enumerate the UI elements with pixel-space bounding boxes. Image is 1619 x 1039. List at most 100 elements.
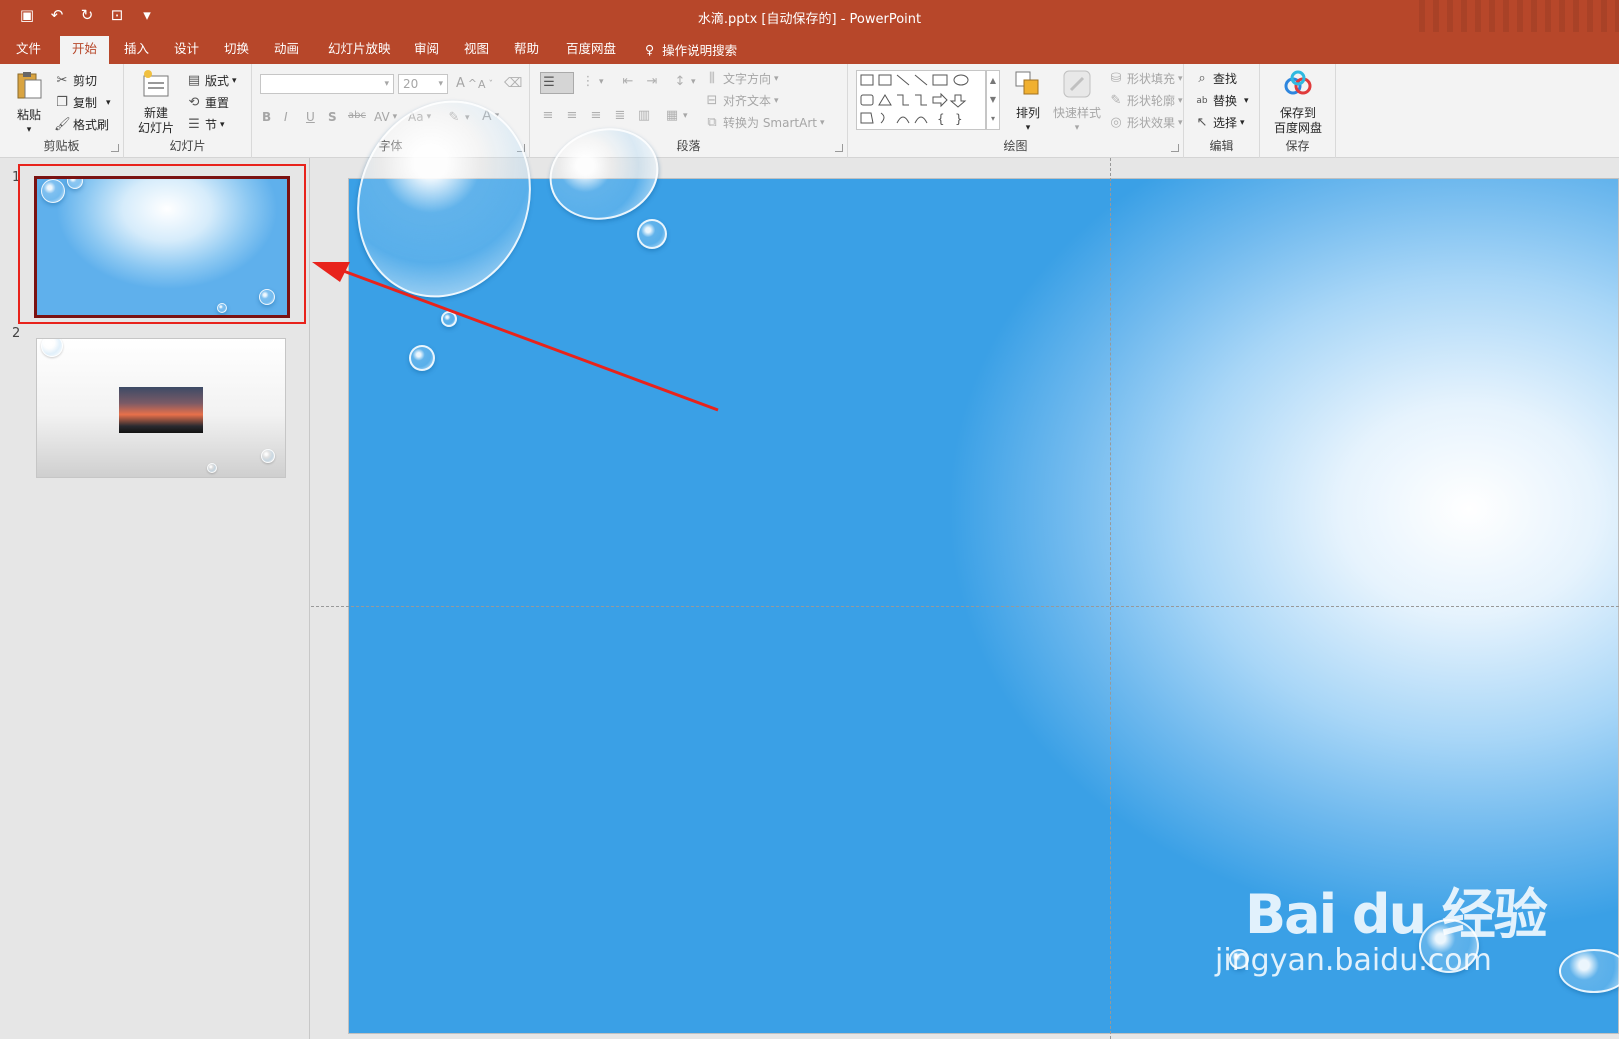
decrease-indent-button[interactable]: ⇤	[620, 74, 636, 90]
baidu-jingyan-watermark: Bai du 经验 jingyan.baidu.com	[1215, 870, 1548, 978]
text-direction-label: 文字方向	[723, 72, 772, 86]
replace-button[interactable]: ab 替换 ▾	[1194, 92, 1248, 109]
bold-button[interactable]: B	[262, 110, 271, 124]
shadow-button[interactable]: S	[328, 110, 337, 124]
save-to-netdisk-button[interactable]: 保存到 百度网盘	[1264, 68, 1332, 136]
chevron-down-icon: ▾	[232, 75, 237, 86]
copy-label: 复制	[73, 96, 98, 110]
arrange-label: 排列	[1015, 106, 1040, 120]
chevron-down-icon: ▾	[1240, 117, 1245, 128]
align-left-button[interactable]: ≡	[540, 108, 556, 124]
align-right-button[interactable]: ≡	[588, 108, 604, 124]
shape-fill-label: 形状填充	[1127, 72, 1176, 86]
chevron-down-icon: ▾	[220, 119, 225, 130]
group-drawing: {} ▲ ▼ ▾ 排列 ▾ 快速样式 ▾ ⛁ 形状填充 ▾ ✎ 形状轮廓 ▾ ◎ 形状效果 ▾ …	[848, 64, 1184, 158]
vertical-guide[interactable]	[1110, 158, 1111, 1039]
align-center-button[interactable]: ≡	[564, 108, 580, 124]
font-size-value: 20	[403, 77, 419, 91]
tab-help[interactable]: 帮助	[508, 38, 545, 64]
strikethrough-button[interactable]: abc	[348, 110, 366, 121]
convert-smartart-button[interactable]: ⧉ 转换为 SmartArt ▾	[704, 114, 824, 131]
italic-button[interactable]: I	[284, 110, 288, 124]
chevron-down-icon: ▾	[683, 111, 688, 121]
copy-icon: ❐	[56, 94, 68, 110]
align-center-icon: ≡	[566, 108, 578, 123]
numbering-button[interactable]: ⋮ ▾	[580, 74, 604, 90]
svg-text:{: {	[937, 112, 945, 126]
new-slide-button[interactable]: 新建 幻灯片	[132, 68, 180, 136]
dialog-launcher-icon[interactable]	[835, 144, 843, 152]
line-spacing-button[interactable]: ↕ ▾	[672, 74, 696, 90]
reset-button[interactable]: ⟲ 重置	[186, 94, 229, 111]
water-drop	[259, 289, 275, 305]
water-drop	[637, 219, 667, 249]
tell-me-search[interactable]: ♀ 操作说明搜索	[645, 40, 737, 59]
shape-effects-label: 形状效果	[1127, 116, 1176, 130]
bullets-button[interactable]: ☰	[540, 72, 574, 94]
align-text-label: 对齐文本	[723, 94, 772, 108]
quick-styles-button[interactable]: 快速样式 ▾	[1052, 68, 1102, 136]
char-spacing-button[interactable]: AV ▾	[374, 110, 397, 124]
layout-icon: ▤	[187, 72, 201, 88]
smartart-label: 转换为 SmartArt	[723, 116, 817, 130]
tab-baidu-netdisk[interactable]: 百度网盘	[560, 38, 622, 64]
layout-button[interactable]: ▤ 版式 ▾	[186, 72, 237, 89]
water-drop	[207, 463, 217, 473]
group-clipboard: 粘贴 ▾ ✂ 剪切 ❐ 复制 ▾ 🖌 格式刷 剪贴板	[0, 64, 124, 158]
clear-format-button[interactable]: ⌫	[504, 76, 523, 92]
tab-view[interactable]: 视图	[458, 38, 495, 64]
quick-styles-label: 快速样式	[1052, 106, 1101, 120]
section-label: 节	[205, 118, 218, 132]
dialog-launcher-icon[interactable]	[1171, 144, 1179, 152]
tab-animations[interactable]: 动画	[268, 38, 305, 64]
shapes-gallery[interactable]: {}	[856, 70, 986, 130]
justify-button[interactable]: ≣	[612, 108, 628, 124]
tab-file[interactable]: 文件	[10, 38, 47, 64]
copy-button[interactable]: ❐ 复制 ▾	[54, 94, 110, 111]
group-slides: 新建 幻灯片 ▤ 版式 ▾ ⟲ 重置 ☰ 节 ▾ 幻灯片	[124, 64, 252, 158]
dialog-launcher-icon[interactable]	[111, 144, 119, 152]
align-right-icon: ≡	[590, 108, 602, 123]
font-size-field[interactable]: 20 ▾	[398, 74, 448, 94]
gallery-scroll[interactable]: ▲ ▼ ▾	[986, 70, 1000, 130]
increase-indent-button[interactable]: ⇥	[644, 74, 660, 90]
shape-fill-button[interactable]: ⛁ 形状填充 ▾	[1108, 70, 1183, 87]
shape-outline-button[interactable]: ✎ 形状轮廓 ▾	[1108, 92, 1183, 109]
underline-button[interactable]: U	[306, 110, 315, 124]
paste-button[interactable]: 粘贴 ▾	[12, 70, 46, 138]
columns-icon: ▦	[665, 108, 679, 123]
section-button[interactable]: ☰ 节 ▾	[186, 116, 225, 133]
tab-review[interactable]: 审阅	[408, 38, 445, 64]
chevron-down-icon: ▾	[1074, 123, 1080, 133]
tab-transitions[interactable]: 切换	[218, 38, 255, 64]
columns-button[interactable]: ▦ ▾	[664, 108, 688, 124]
eraser-icon: ⌫	[504, 76, 523, 91]
shrink-font-button[interactable]: Aˇ	[478, 78, 493, 91]
arrange-button[interactable]: 排列 ▾	[1008, 68, 1048, 136]
find-button[interactable]: ⌕ 查找	[1194, 70, 1237, 87]
chevron-down-icon: ▾	[1025, 123, 1031, 133]
slide-thumbnail-2[interactable]	[36, 338, 286, 478]
select-button[interactable]: ↖ 选择 ▾	[1194, 114, 1245, 131]
tab-insert[interactable]: 插入	[118, 38, 155, 64]
chevron-down-icon: ▾	[774, 95, 779, 106]
tab-design[interactable]: 设计	[168, 38, 205, 64]
tab-slideshow[interactable]: 幻灯片放映	[322, 38, 397, 64]
slide-thumbnail-1[interactable]	[34, 176, 290, 318]
find-label: 查找	[1213, 72, 1238, 86]
lightbulb-icon: ♀	[645, 42, 655, 57]
font-name-field[interactable]: ▾	[260, 74, 394, 94]
shape-outline-label: 形状轮廓	[1127, 94, 1176, 108]
format-painter-label: 格式刷	[73, 118, 110, 132]
arrange-icon	[1015, 71, 1039, 95]
cut-button[interactable]: ✂ 剪切	[54, 72, 97, 89]
chevron-down-icon: ▾	[392, 112, 398, 122]
shape-effects-button[interactable]: ◎ 形状效果 ▾	[1108, 114, 1182, 131]
distributed-button[interactable]: ▥	[636, 108, 652, 124]
text-direction-button[interactable]: ⫼ 文字方向 ▾	[704, 70, 779, 87]
horizontal-guide[interactable]	[311, 606, 1619, 607]
align-text-button[interactable]: ⊟ 对齐文本 ▾	[704, 92, 779, 109]
format-painter-button[interactable]: 🖌 格式刷	[54, 116, 109, 133]
grow-font-button[interactable]: A ^	[456, 76, 477, 91]
tab-home[interactable]: 开始	[60, 36, 110, 64]
